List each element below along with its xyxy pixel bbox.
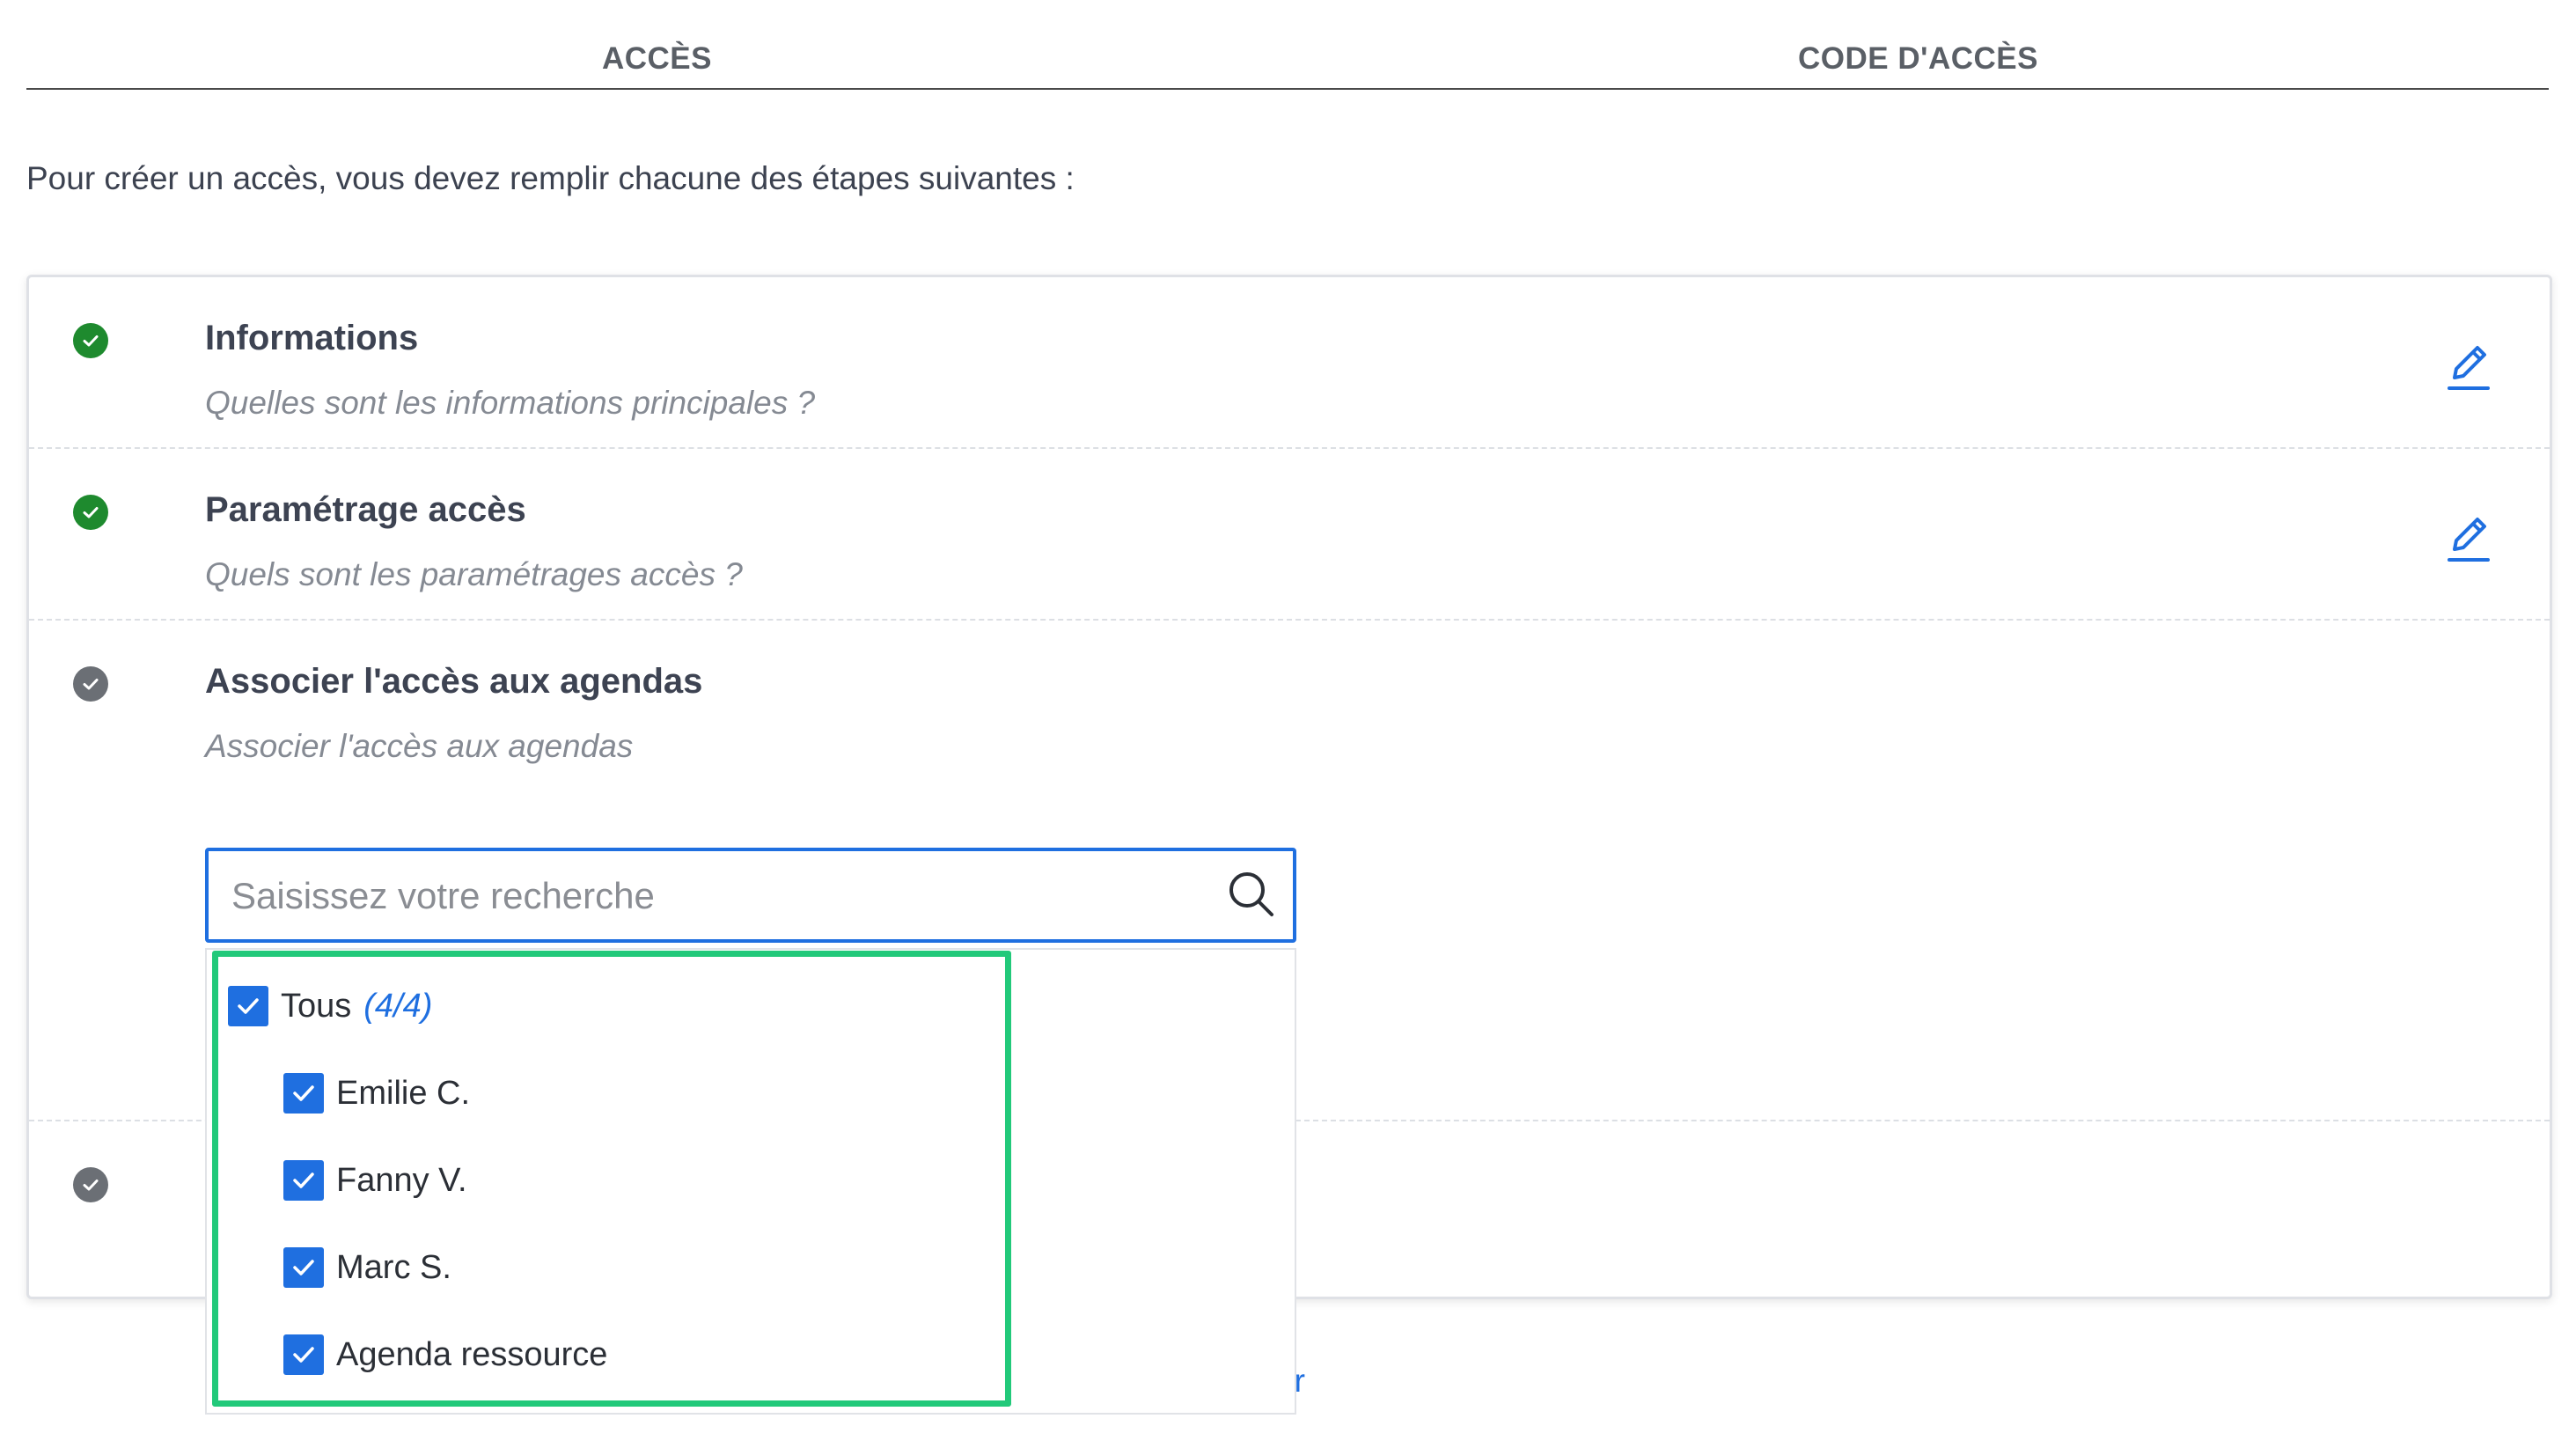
step-subtitle: Associer l'accès aux agendas [205,728,634,764]
pencil-edit-icon[interactable] [2442,339,2495,393]
step-informations: Informations Quelles sont les informatio… [29,277,2550,449]
tab-bar: ACCÈS CODE D'ACCÈS [26,26,2549,90]
step-subtitle: Quels sont les paramétrages accès ? [205,556,743,592]
step-title: Informations [205,319,419,357]
pencil-edit-icon[interactable] [2442,511,2495,565]
intro-text: Pour créer un accès, vous devez remplir … [26,160,1075,196]
search-icon[interactable] [1226,869,1277,920]
highlight-box [212,951,1011,1407]
check-circle-icon [73,666,108,702]
check-circle-icon [73,1167,108,1202]
search-field[interactable] [205,848,1296,943]
step-title: Associer l'accès aux agendas [205,662,703,701]
tab-acces[interactable]: ACCÈS [26,26,1288,88]
step-parametrage: Paramétrage accès Quels sont les paramét… [29,449,2550,621]
step-title: Paramétrage accès [205,490,526,529]
tab-code-acces[interactable]: CODE D'ACCÈS [1288,26,2549,88]
check-circle-icon [73,495,108,530]
check-circle-icon [73,323,108,358]
step-subtitle: Quelles sont les informations principale… [205,385,816,421]
search-input[interactable] [230,869,1184,923]
